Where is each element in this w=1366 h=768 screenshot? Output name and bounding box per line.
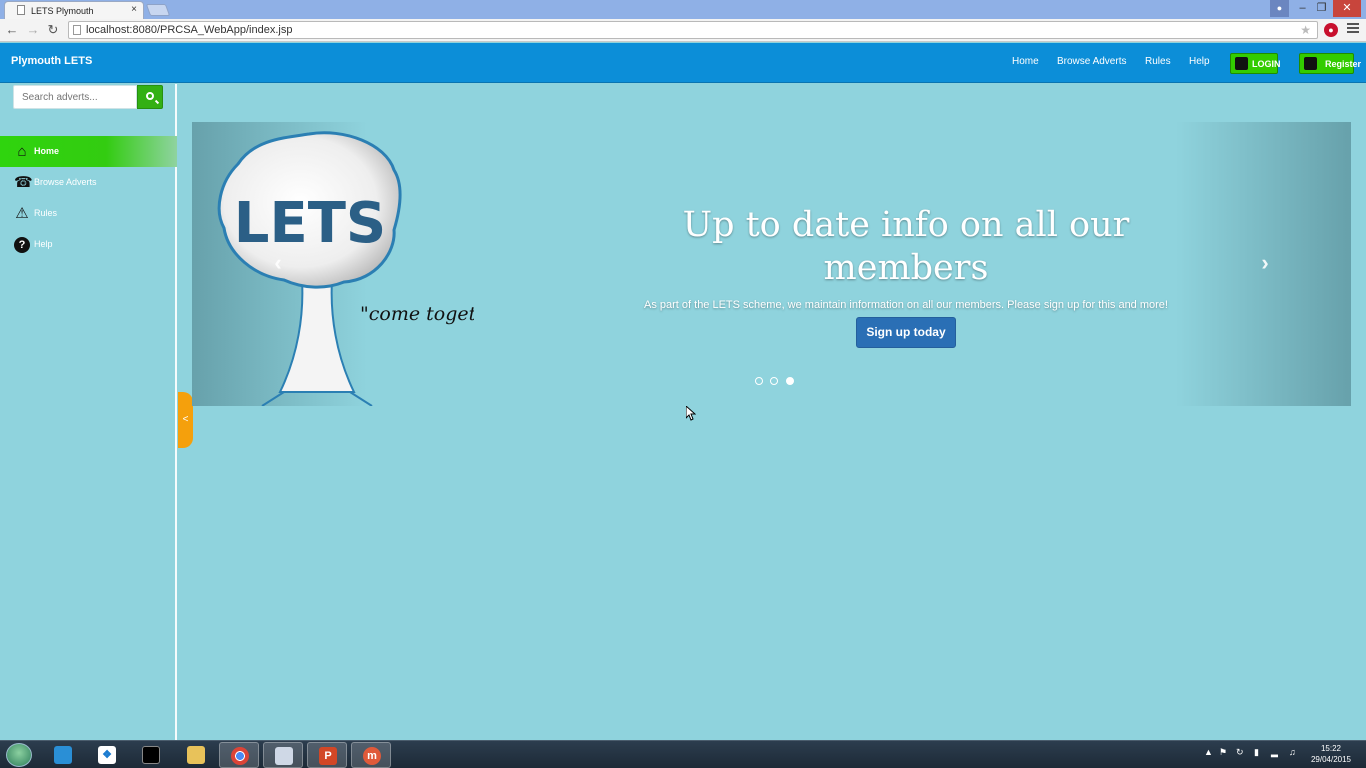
carousel-indicator-active[interactable] [785, 377, 794, 385]
hero-carousel: LETS "come together" ‹ › Up to date info… [192, 122, 1351, 406]
minimize-button[interactable]: – [1293, 0, 1312, 17]
taskbar-app-cmd[interactable] [131, 742, 171, 768]
sidebar-item-rules[interactable]: ⚠ Rules [0, 198, 177, 229]
virtualbox-icon [54, 746, 72, 764]
carousel-indicator[interactable] [770, 377, 779, 385]
sidebar-item-help[interactable]: ? Help [0, 229, 177, 260]
nav-link-browse-adverts[interactable]: Browse Adverts [1057, 56, 1126, 67]
nav-link-home[interactable]: Home [1012, 56, 1039, 67]
login-button[interactable]: LOGIN [1230, 53, 1281, 74]
taskbar-clock[interactable]: 15:22 29/04/2015 [1304, 743, 1358, 765]
chrome-icon [231, 747, 249, 765]
login-icon [1235, 57, 1248, 70]
carousel-next-button[interactable]: › [1255, 250, 1275, 276]
search-button[interactable] [137, 85, 163, 109]
nav-link-help[interactable]: Help [1189, 56, 1210, 67]
warning-icon: ⚠ [15, 205, 29, 222]
sidebar-item-label: Browse Adverts [34, 177, 97, 187]
taskbar-app-m[interactable]: m [351, 742, 391, 768]
browser-tabstrip: LETS Plymouth × ● – ❐ ✕ [0, 0, 1366, 19]
windows-taskbar: ❖ P m ▲ ⚑ ↻ ▮ ▂ ♫ 15:22 29/04/2015 [0, 740, 1366, 768]
sidebar-item-browse-adverts[interactable]: ☎ Browse Adverts [0, 167, 177, 198]
register-button[interactable]: Register [1299, 53, 1361, 74]
dropbox-icon: ❖ [98, 746, 116, 764]
carousel-caption: Up to date info on all our members As pa… [624, 204, 1188, 348]
bookmark-star-icon[interactable]: ★ [1300, 23, 1311, 37]
network-icon[interactable]: ▂ [1271, 747, 1281, 757]
url-text: localhost:8080/PRCSA_WebApp/index.jsp [86, 24, 293, 36]
taskbar-app-chrome[interactable] [219, 742, 259, 768]
nav-link-rules[interactable]: Rules [1145, 56, 1171, 67]
sidebar-item-label: Rules [34, 208, 58, 218]
volume-icon[interactable]: ♫ [1289, 747, 1299, 757]
sidebar-item-home[interactable]: ⌂ Home [0, 136, 177, 167]
carousel-heading: Up to date info on all our members [682, 205, 1130, 288]
flag-icon[interactable]: ⚑ [1219, 747, 1229, 757]
login-label: LOGIN [1252, 59, 1281, 69]
explorer-icon [187, 746, 205, 764]
taskbar-app-powerpoint[interactable]: P [307, 742, 347, 768]
sidebar: ⌂ Home ☎ Browse Adverts ⚠ Rules ? Help [0, 84, 177, 740]
taskbar-app-virtualbox[interactable] [43, 742, 83, 768]
user-icon[interactable]: ● [1270, 0, 1289, 17]
app-navbar: Plymouth LETS Home Browse Adverts Rules … [0, 43, 1366, 83]
browser-menu-icon[interactable] [1347, 23, 1359, 35]
page-icon [73, 25, 81, 35]
start-button[interactable] [6, 743, 32, 767]
taskbar-app-generic[interactable] [263, 742, 303, 768]
address-bar[interactable]: localhost:8080/PRCSA_WebApp/index.jsp ★ [68, 21, 1318, 39]
m-app-icon: m [363, 747, 381, 765]
carousel-indicators [755, 372, 797, 390]
logo-text: LETS [234, 191, 386, 256]
tab-close-icon[interactable]: × [131, 4, 137, 15]
close-window-button[interactable]: ✕ [1333, 0, 1361, 17]
page-icon [17, 5, 25, 15]
logo-tagline: "come together" [360, 303, 474, 325]
sign-up-button[interactable]: Sign up today [856, 317, 956, 348]
sidebar-item-label: Home [34, 146, 60, 156]
clock-time: 15:22 [1320, 744, 1342, 753]
question-icon: ? [14, 237, 30, 253]
show-hidden-icons-icon[interactable]: ▲ [1204, 747, 1214, 757]
clock-date: 29/04/2015 [1310, 755, 1352, 764]
register-label: Register [1325, 59, 1362, 69]
mouse-cursor-icon [686, 406, 696, 421]
cmd-icon [142, 746, 160, 764]
battery-icon[interactable]: ▮ [1254, 747, 1264, 757]
home-icon: ⌂ [17, 143, 27, 160]
browser-tab[interactable]: LETS Plymouth × [4, 1, 144, 19]
taskbar-app-explorer[interactable] [176, 742, 216, 768]
search-input[interactable] [13, 85, 137, 109]
reload-icon[interactable]: ↻ [45, 22, 61, 38]
sync-icon[interactable]: ↻ [1236, 747, 1246, 757]
forward-icon[interactable]: → [25, 22, 41, 38]
powerpoint-icon: P [319, 747, 337, 765]
maximize-button[interactable]: ❐ [1312, 0, 1331, 17]
sidebar-collapse-toggle[interactable]: < [178, 392, 193, 448]
carousel-text: As part of the LETS scheme, we maintain … [644, 299, 1168, 311]
headset-icon: ☎ [14, 174, 33, 191]
search-icon [146, 92, 154, 100]
taskbar-app-dropbox[interactable]: ❖ [87, 742, 127, 768]
brand-link[interactable]: Plymouth LETS [11, 55, 92, 67]
lets-logo: LETS "come together" [217, 131, 474, 406]
sidebar-item-label: Help [34, 239, 53, 249]
back-icon[interactable]: ← [4, 22, 20, 38]
extension-icon[interactable]: ● [1324, 23, 1338, 37]
add-user-icon [1304, 57, 1317, 70]
app-icon [275, 747, 293, 765]
carousel-prev-button[interactable]: ‹ [268, 250, 288, 276]
browser-toolbar: ← → ↻ localhost:8080/PRCSA_WebApp/index.… [0, 19, 1366, 42]
tab-title: LETS Plymouth [31, 6, 94, 16]
new-tab-button[interactable] [145, 4, 171, 16]
carousel-indicator[interactable] [755, 377, 763, 385]
